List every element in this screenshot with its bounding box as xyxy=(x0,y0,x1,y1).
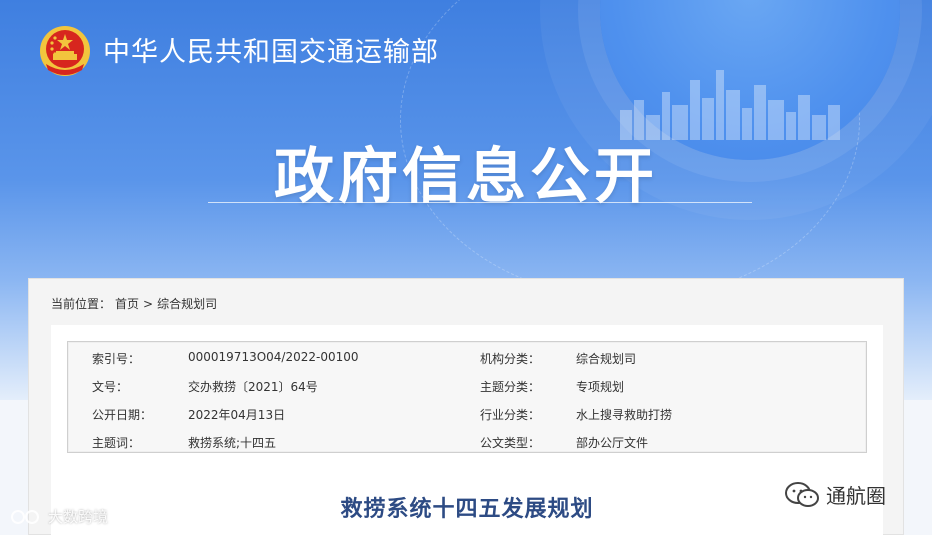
meta-value: 2022年04月13日 xyxy=(188,408,286,422)
national-emblem-icon xyxy=(40,26,90,76)
metadata-row: 主题词： 救捞系统;十四五 公文类型： 部办公厅文件 xyxy=(68,426,866,454)
breadcrumb-separator: > xyxy=(143,297,154,311)
meta-value: 交办救捞〔2021〕64号 xyxy=(188,380,318,394)
meta-value: 水上搜寻救助打捞 xyxy=(576,408,673,422)
meta-value: 部办公厅文件 xyxy=(576,436,649,450)
meta-value: 000019713O04/2022-00100 xyxy=(188,350,359,364)
document-title: 救捞系统十四五发展规划 xyxy=(340,497,594,522)
meta-key: 机构分类： xyxy=(480,352,541,366)
breadcrumb: 当前位置： 首页 > 综合规划司 xyxy=(51,295,221,312)
wechat-icon xyxy=(785,481,819,507)
meta-key: 公文类型： xyxy=(480,436,541,450)
meta-value: 综合规划司 xyxy=(576,352,637,366)
meta-key: 公开日期： xyxy=(92,408,153,422)
watermark-right: 通航圈 xyxy=(784,480,886,509)
meta-value: 专项规划 xyxy=(576,380,625,394)
ministry-name: 中华人民共和国交通运输部 xyxy=(103,37,439,68)
metadata-row: 公开日期： 2022年04月13日 行业分类： 水上搜寻救助打捞 xyxy=(68,398,866,426)
content-panel: 当前位置： 首页 > 综合规划司 索引号： 000019713O04/2022-001… xyxy=(28,278,904,535)
metadata-table: 索引号： 000019713O04/2022-00100 机构分类： 综合规划司… xyxy=(67,341,867,453)
breadcrumb-prefix: 当前位置： xyxy=(51,297,112,311)
meta-key: 行业分类： xyxy=(480,408,541,422)
watermark-left-text: 大数跨境 xyxy=(48,508,109,526)
metadata-row: 文号： 交办救捞〔2021〕64号 主题分类： 专项规划 xyxy=(68,370,866,398)
meta-key: 索引号： xyxy=(92,352,141,366)
document-area: 索引号： 000019713O04/2022-00100 机构分类： 综合规划司… xyxy=(51,325,883,535)
meta-value: 救捞系统;十四五 xyxy=(188,436,277,450)
breadcrumb-home-link[interactable]: 首页 xyxy=(115,297,139,311)
watermark-left: 大数跨境 xyxy=(10,506,108,527)
title-underline xyxy=(208,202,752,203)
watermark-logo-icon xyxy=(11,509,39,524)
meta-key: 文号： xyxy=(92,380,129,394)
metadata-row: 索引号： 000019713O04/2022-00100 机构分类： 综合规划司 xyxy=(68,342,866,370)
meta-key: 主题分类： xyxy=(480,380,541,394)
watermark-right-text: 通航圈 xyxy=(826,484,886,508)
meta-key: 主题词： xyxy=(92,436,141,450)
breadcrumb-current-link[interactable]: 综合规划司 xyxy=(157,297,217,311)
